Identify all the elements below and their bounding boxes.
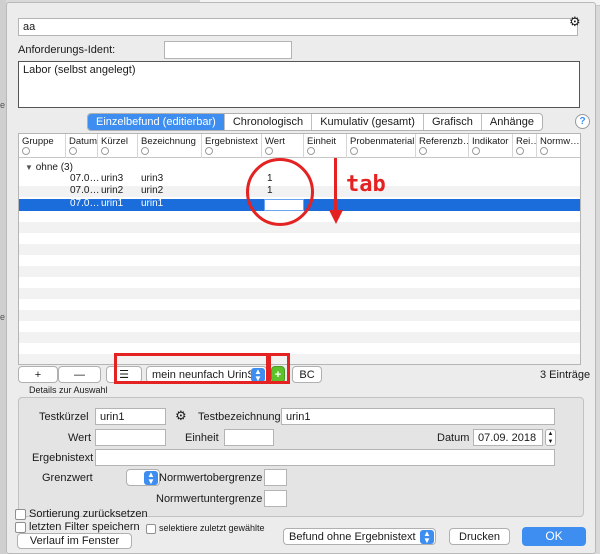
date-stepper[interactable]: ▲ ▼ (545, 429, 556, 446)
column-header-datum[interactable]: Datum (66, 134, 98, 158)
gear-icon[interactable]: ⚙ (175, 408, 187, 424)
tab-einzelbefund[interactable]: Einzelbefund (editierbar) (88, 114, 225, 130)
tab-anhaenge[interactable]: Anhänge (482, 114, 542, 130)
lab-result-dialog: aa ⚙ Anforderungs-Ident: Labor (selbst a… (6, 2, 596, 554)
ergebnistext-input[interactable] (95, 449, 555, 466)
cell-kuerzel: urin2 (101, 185, 124, 196)
datum-label: Datum (437, 432, 470, 444)
wert-label: Wert (68, 432, 92, 444)
cell-datum: 07.0… (70, 173, 100, 184)
ok-button[interactable]: OK (522, 527, 586, 546)
group-row-ohne[interactable]: ▼ ohne (3) (25, 162, 73, 173)
annotation-highlight-profile (114, 353, 271, 384)
save-filter-label: letzten Filter speichern (29, 521, 140, 533)
remove-row-button[interactable]: — (58, 366, 101, 383)
column-header-indikator[interactable]: Indikator (469, 134, 513, 158)
column-header-normwert[interactable]: Normw… (537, 134, 580, 158)
table-header: Gruppe Datum Kürzel Bezeichnung Ergebnis… (19, 134, 580, 158)
column-header-wert[interactable]: Wert (262, 134, 304, 158)
empty-row (19, 222, 580, 233)
testkuerzel-label: Testkürzel (39, 411, 89, 423)
sort-reset-checkbox[interactable] (15, 509, 26, 520)
annotation-text: tab (346, 172, 386, 197)
help-button[interactable]: ? (575, 114, 590, 129)
column-header-gruppe[interactable]: Gruppe (19, 134, 66, 158)
description-textarea[interactable]: Labor (selbst angelegt) (18, 61, 580, 108)
testbezeichnung-input[interactable]: urin1 (281, 408, 555, 425)
grenzwert-select[interactable]: ▲ ▼ (126, 469, 160, 486)
details-panel: Testkürzel urin1 ⚙ Testbezeichnung urin1… (18, 397, 584, 517)
group-label: ohne (3) (35, 162, 73, 173)
empty-row (19, 266, 580, 277)
column-header-referenzbereich[interactable]: Referenzb… (416, 134, 469, 158)
empty-row (19, 244, 580, 255)
normwertobergrenze-label: Normwertobergrenze (159, 472, 263, 484)
tab-chronologisch[interactable]: Chronologisch (225, 114, 313, 130)
select-last-checkbox[interactable] (146, 524, 156, 534)
select-last-label: selektiere zuletzt gewählte (159, 523, 265, 533)
tab-kumulativ[interactable]: Kumulativ (gesamt) (312, 114, 424, 130)
wert-input[interactable] (95, 429, 166, 446)
befund-select-value: Befund ohne Ergebnistext (289, 531, 416, 543)
cell-bezeichnung: urin2 (141, 185, 164, 196)
entry-count: 3 Einträge (540, 369, 591, 381)
barcode-button[interactable]: BC (292, 366, 322, 383)
annotation-arrow-head (329, 210, 343, 224)
grenzwert-label: Grenzwert (42, 472, 93, 484)
column-header-ergebnistext[interactable]: Ergebnistext (202, 134, 262, 158)
column-header-einheit[interactable]: Einheit (304, 134, 347, 158)
details-legend: Details zur Auswahl (29, 385, 108, 395)
annotation-circle (246, 158, 314, 226)
chevron-updown-icon: ▲ ▼ (420, 530, 434, 544)
empty-row (19, 354, 580, 364)
print-button[interactable]: Drucken (449, 528, 510, 545)
datum-input[interactable]: 07.09. 2018 (473, 429, 543, 446)
disclosure-triangle-icon[interactable]: ▼ (25, 163, 33, 172)
history-button[interactable]: Verlauf im Fenster (17, 533, 132, 549)
chevron-updown-icon: ▲ ▼ (144, 471, 158, 485)
einheit-label: Einheit (185, 432, 219, 444)
befund-select[interactable]: Befund ohne Ergebnistext ▲ ▼ (283, 528, 436, 545)
ident-input[interactable] (164, 41, 292, 59)
ident-label: Anforderungs-Ident: (18, 44, 116, 56)
ergebnistext-label: Ergebnistext (32, 452, 94, 464)
annotation-highlight-add (266, 353, 290, 384)
add-row-button[interactable]: + (18, 366, 58, 383)
annotation-arrow (334, 158, 337, 212)
column-header-probenmaterial[interactable]: Probenmaterial (347, 134, 416, 158)
testkuerzel-input[interactable]: urin1 (95, 408, 166, 425)
normwertobergrenze-input[interactable] (264, 469, 287, 486)
cell-kuerzel: urin3 (101, 173, 124, 184)
column-header-reihenfolge[interactable]: Rei… (513, 134, 537, 158)
name-field[interactable]: aa (18, 18, 578, 36)
empty-row (19, 288, 580, 299)
normwertuntergrenze-input[interactable] (264, 490, 287, 507)
gear-icon[interactable]: ⚙ (569, 14, 581, 30)
einheit-input[interactable] (224, 429, 274, 446)
cell-bezeichnung: urin3 (141, 173, 164, 184)
normwertuntergrenze-label: Normwertuntergrenze (156, 493, 263, 505)
tab-bar: Einzelbefund (editierbar) Chronologisch … (87, 113, 543, 131)
cell-kuerzel: urin1 (101, 198, 124, 209)
column-header-kuerzel[interactable]: Kürzel (98, 134, 138, 158)
save-filter-checkbox[interactable] (15, 522, 26, 533)
sort-reset-label: Sortierung zurücksetzen (29, 508, 148, 520)
testbezeichnung-label: Testbezeichnung (198, 411, 281, 423)
empty-row (19, 332, 580, 343)
empty-row (19, 310, 580, 321)
column-header-bezeichnung[interactable]: Bezeichnung (138, 134, 202, 158)
cell-datum: 07.0… (70, 198, 100, 209)
cell-datum: 07.0… (70, 185, 100, 196)
cell-bezeichnung: urin1 (141, 198, 164, 209)
tab-grafisch[interactable]: Grafisch (424, 114, 482, 130)
